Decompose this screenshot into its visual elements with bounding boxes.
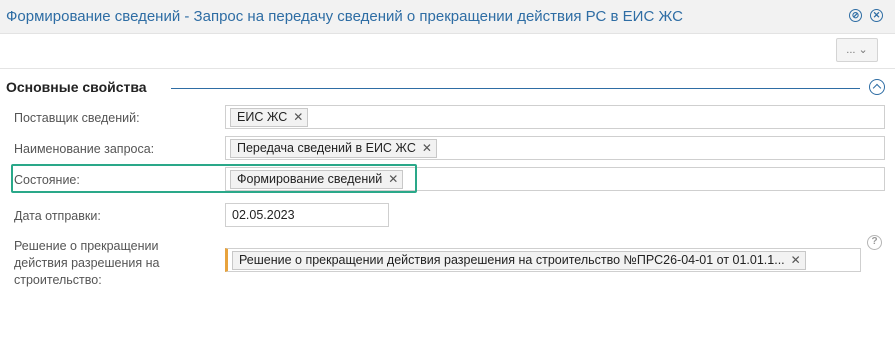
supplier-field[interactable]: ЕИС ЖС ✕ [225, 105, 885, 129]
help-icon[interactable]: ? [867, 235, 882, 250]
remove-request-name-icon[interactable]: ✕ [422, 141, 432, 155]
supplier-label: Поставщик сведений: [14, 111, 140, 125]
decision-tag: Решение о прекращении действия разрешени… [232, 251, 806, 270]
supplier-tag-label: ЕИС ЖС [237, 110, 288, 124]
window-title: Формирование сведений - Запрос на переда… [6, 8, 683, 25]
toolbar-divider [0, 68, 895, 69]
request-name-tag-label: Передача сведений в ЕИС ЖС [237, 141, 416, 155]
decision-tag-label: Решение о прекращении действия разрешени… [239, 253, 785, 267]
request-name-tag: Передача сведений в ЕИС ЖС ✕ [230, 139, 437, 158]
request-name-label: Наименование запроса: [14, 142, 155, 156]
collapse-chevron-icon[interactable] [869, 79, 885, 95]
remove-decision-icon[interactable]: ✕ [791, 253, 801, 267]
close-icon[interactable]: ✕ [870, 9, 883, 22]
decision-field[interactable]: Решение о прекращении действия разрешени… [225, 248, 861, 272]
send-date-label: Дата отправки: [14, 209, 101, 223]
decision-label: Решение о прекращении действия разрешени… [14, 239, 160, 287]
window-titlebar: Формирование сведений - Запрос на переда… [0, 0, 895, 34]
settings-icon[interactable]: ⊘ [849, 9, 862, 22]
more-actions-button[interactable]: ... ⌄ [836, 38, 878, 62]
remove-supplier-icon[interactable]: ✕ [293, 110, 303, 124]
send-date-input[interactable]: 02.05.2023 [225, 203, 389, 227]
section-title: Основные свойства [6, 79, 147, 95]
state-highlight [11, 164, 417, 193]
section-divider [171, 88, 860, 89]
supplier-tag: ЕИС ЖС ✕ [230, 108, 309, 127]
request-name-field[interactable]: Передача сведений в ЕИС ЖС ✕ [225, 136, 885, 160]
